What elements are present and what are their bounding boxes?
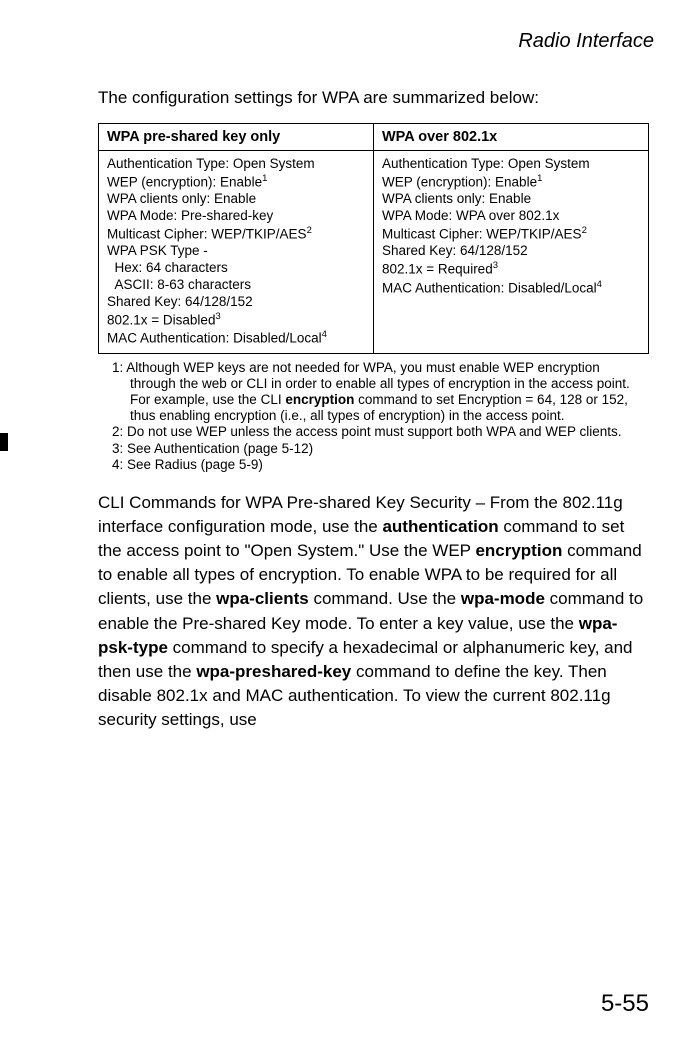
footnote-num: 4: (112, 457, 123, 472)
cell-line: MAC Authentication: Disabled/Local (107, 331, 322, 346)
cell-line: 802.1x = Disabled (107, 312, 215, 327)
footnote-text: See Radius (page 5-9) (127, 457, 263, 472)
footnotes-block: 1: Although WEP keys are not needed for … (112, 360, 649, 473)
body-paragraph: CLI Commands for WPA Pre-shared Key Secu… (98, 491, 649, 732)
cell-line: MAC Authentication: Disabled/Local (382, 280, 597, 295)
table-row: Authentication Type: Open System WEP (en… (99, 151, 649, 354)
cell-line: Shared Key: 64/128/152 (107, 294, 253, 309)
superscript: 1 (262, 173, 267, 184)
superscript: 4 (597, 279, 602, 290)
cell-line: WPA clients only: Enable (382, 191, 531, 206)
cell-line: WPA PSK Type - (107, 243, 208, 258)
text: command. Use the (309, 589, 461, 608)
cell-line: Multicast Cipher: WEP/TKIP/AES (107, 227, 307, 242)
table-header-row: WPA pre-shared key only WPA over 802.1x (99, 124, 649, 151)
command-name: encryption (475, 541, 562, 560)
footnote-num: 3: (112, 441, 123, 456)
change-bar-icon (0, 433, 8, 451)
cell-line: 802.1x = Required (382, 262, 493, 277)
cell-left: Authentication Type: Open System WEP (en… (99, 151, 374, 354)
wpa-settings-table: WPA pre-shared key only WPA over 802.1x … (98, 123, 649, 354)
footnote: 4: See Radius (page 5-9) (112, 457, 649, 473)
footnote-num: 2: (112, 424, 123, 439)
cell-line: ASCII: 8-63 characters (107, 277, 251, 292)
section-header: Radio Interface (60, 30, 654, 53)
cell-line: WPA clients only: Enable (107, 191, 256, 206)
col-header-right: WPA over 802.1x (374, 124, 649, 151)
cell-line: WEP (encryption): Enable (382, 174, 537, 189)
cell-line: Hex: 64 characters (107, 260, 228, 275)
superscript: 3 (215, 311, 220, 322)
cell-line: Shared Key: 64/128/152 (382, 243, 528, 258)
footnote: 3: See Authentication (page 5-12) (112, 441, 649, 457)
cell-line: Authentication Type: Open System (107, 156, 315, 171)
cell-right: Authentication Type: Open System WEP (en… (374, 151, 649, 354)
superscript: 3 (493, 260, 498, 271)
cell-line: WEP (encryption): Enable (107, 174, 262, 189)
superscript: 2 (582, 225, 587, 236)
superscript: 2 (307, 225, 312, 236)
superscript: 1 (537, 173, 542, 184)
intro-paragraph: The configuration settings for WPA are s… (98, 88, 649, 108)
command-name: wpa-preshared-key (196, 662, 351, 681)
footnote-text: Do not use WEP unless the access point m… (127, 424, 622, 439)
footnote-num: 1: (112, 360, 123, 375)
command-name: wpa-clients (216, 589, 309, 608)
col-header-left: WPA pre-shared key only (99, 124, 374, 151)
footnote-text: See Authentication (page 5-12) (127, 441, 313, 456)
cell-line: Authentication Type: Open System (382, 156, 590, 171)
superscript: 4 (322, 329, 327, 340)
cell-line: WPA Mode: Pre-shared-key (107, 208, 273, 223)
footnote: 2: Do not use WEP unless the access poin… (112, 424, 649, 440)
cell-line: WPA Mode: WPA over 802.1x (382, 208, 559, 223)
command-name: wpa-mode (461, 589, 545, 608)
footnote: 1: Although WEP keys are not needed for … (112, 360, 649, 425)
page-number: 5-55 (601, 990, 649, 1018)
cell-line: Multicast Cipher: WEP/TKIP/AES (382, 227, 582, 242)
footnote-bold: encryption (285, 392, 354, 407)
command-name: authentication (382, 517, 498, 536)
